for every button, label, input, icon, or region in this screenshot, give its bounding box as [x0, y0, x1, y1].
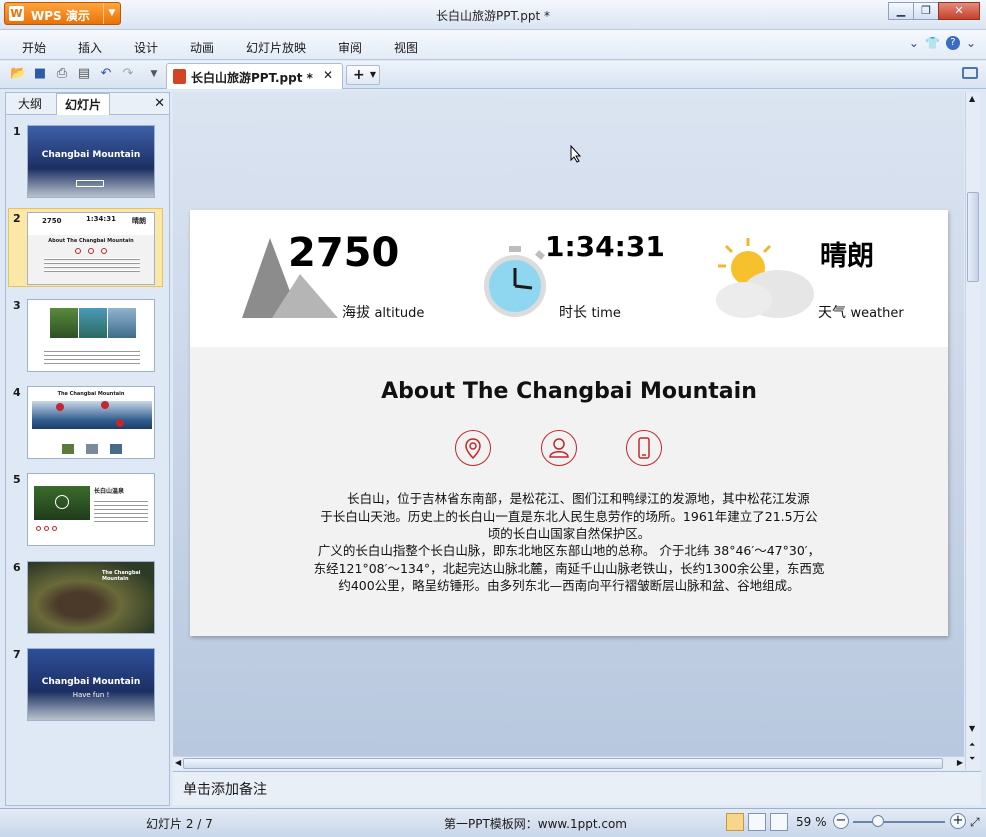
- time-label: 时长 time: [559, 305, 621, 321]
- save-icon[interactable]: ■: [32, 66, 48, 82]
- thumbnail-caption: Changbai Mountain: [41, 150, 141, 160]
- sun-cloud-icon: [716, 238, 814, 318]
- time-value: 1:34:31: [545, 230, 665, 263]
- weather-value: 晴朗: [820, 241, 874, 272]
- location-pin-icon: [455, 430, 491, 466]
- thumbnail-number: 6: [13, 561, 21, 574]
- thumbnail-number: 1: [13, 125, 21, 138]
- thumbnail-number: 4: [13, 386, 21, 399]
- phone-icon: [626, 430, 662, 466]
- window-switch-icon[interactable]: [962, 67, 978, 79]
- open-folder-icon[interactable]: 📂: [10, 66, 26, 82]
- thumbnail-caption: Changbai Mountain: [41, 677, 141, 687]
- scroll-right-icon[interactable]: ▶: [957, 758, 963, 767]
- thumbnail-caption: 长白山温泉: [94, 488, 125, 495]
- document-tab[interactable]: 长白山旅游PPT.ppt * ✕: [166, 63, 343, 89]
- slide-thumbnail-1[interactable]: Changbai Mountain: [27, 125, 155, 198]
- user-icon: [541, 430, 577, 466]
- slide-counter: 幻灯片 2 / 7: [146, 817, 213, 831]
- thumbnail-button-shape: [76, 180, 104, 187]
- horizontal-scrollbar[interactable]: ◀ ▶: [173, 756, 965, 770]
- slide-thumbnail-3[interactable]: [27, 299, 155, 372]
- zoom-slider-thumb[interactable]: [872, 815, 884, 827]
- stopwatch-icon: [484, 246, 546, 317]
- altitude-value: 2750: [288, 230, 400, 276]
- slide-heading: About The Changbai Mountain: [381, 379, 757, 404]
- help-icon[interactable]: ?: [945, 36, 960, 50]
- thumbnail-caption: The Changbai Mountain: [57, 391, 125, 397]
- slide-sorter-view-icon[interactable]: [748, 813, 766, 831]
- paragraph-2: 广义的长白山指整个长白山脉，即东北地区东部山地的总称。 介于北纬 38°46′～…: [313, 543, 825, 593]
- weather-label: 天气 weather: [818, 305, 904, 321]
- prev-slide-icon[interactable]: ⏶: [969, 740, 975, 750]
- thumbnail-number: 3: [13, 299, 21, 312]
- thumbnail-subcaption: Have fun !: [72, 691, 110, 699]
- document-tab-label: 长白山旅游PPT.ppt *: [191, 71, 313, 85]
- menu-animation[interactable]: 动画: [190, 39, 214, 56]
- fit-window-icon[interactable]: ⤢: [970, 815, 980, 830]
- menu-design[interactable]: 设计: [134, 39, 158, 56]
- scroll-up-icon[interactable]: ▲: [969, 94, 975, 103]
- slide-thumbnail-5[interactable]: 长白山温泉: [27, 473, 155, 546]
- slide-thumbnail-2[interactable]: 2750 1:34:31 晴朗 About The Changbai Mount…: [27, 212, 155, 285]
- skin-icon[interactable]: 👕: [925, 36, 940, 50]
- tab-outline[interactable]: 大纲: [10, 93, 50, 115]
- template-site-text: 第一PPT模板网：www.1ppt.com: [444, 817, 627, 831]
- normal-view-icon[interactable]: [726, 813, 744, 831]
- notes-placeholder: 单击添加备注: [183, 782, 267, 798]
- menu-insert[interactable]: 插入: [78, 39, 102, 56]
- scroll-left-icon[interactable]: ◀: [175, 758, 181, 767]
- vertical-scrollbar[interactable]: ▲ ▼ ⏶ ⏷: [965, 92, 980, 770]
- help-dropdown-icon[interactable]: ⌄: [966, 36, 976, 50]
- thumbnail-number: 5: [13, 473, 21, 486]
- menu-view[interactable]: 视图: [394, 39, 418, 56]
- collapse-ribbon-icon[interactable]: ⌄: [909, 36, 919, 50]
- tab-slides[interactable]: 幻灯片: [56, 93, 111, 115]
- scroll-down-icon[interactable]: ▼: [969, 724, 975, 733]
- horizontal-scroll-thumb[interactable]: [183, 758, 943, 769]
- paragraph-1: 长白山，位于吉林省东南部，是松花江、图们江和鸭绿江的发源地，其中松花江发源 于长…: [320, 491, 818, 541]
- slide-thumbnail-6[interactable]: The Changbai Mountain: [27, 561, 155, 634]
- slide-thumbnail-4[interactable]: The Changbai Mountain: [27, 386, 155, 459]
- slide-thumbnail-7[interactable]: Changbai Mountain Have fun !: [27, 648, 155, 721]
- toolbar-more-icon[interactable]: ▼: [146, 66, 162, 82]
- menu-review[interactable]: 审阅: [338, 39, 362, 56]
- menu-slideshow[interactable]: 幻灯片放映: [246, 39, 306, 56]
- slideshow-view-icon[interactable]: [770, 813, 788, 831]
- new-tab-button[interactable]: + ▼: [346, 65, 380, 85]
- zoom-level: 59 %: [796, 815, 827, 829]
- minimize-button[interactable]: ▁: [888, 2, 914, 20]
- print-preview-icon[interactable]: ▤: [76, 66, 92, 82]
- quick-toolbar: 📂 ■ ⎙ ▤ ↶ ↷ ▼ 长白山旅游PPT.ppt * ✕ + ▼: [0, 61, 986, 89]
- zoom-slider-track[interactable]: [853, 821, 945, 823]
- altitude-label: 海拔 altitude: [342, 305, 425, 321]
- close-panel-icon[interactable]: ✕: [154, 96, 165, 111]
- thumbnail-caption: About The Changbai Mountain: [48, 238, 134, 244]
- thumbnail-caption: The Changbai Mountain: [102, 570, 141, 582]
- vertical-scroll-thumb[interactable]: [967, 192, 979, 282]
- menu-home[interactable]: 开始: [22, 39, 46, 56]
- zoom-in-button[interactable]: +: [950, 813, 966, 829]
- current-slide[interactable]: 2750 海拔 altitude 1:34:31 时长 time 晴朗 天气 w…: [190, 210, 948, 636]
- thumbnail-number: 2: [13, 212, 21, 225]
- thumbnail-number: 7: [13, 648, 21, 661]
- zoom-out-button[interactable]: −: [833, 813, 849, 829]
- next-slide-icon[interactable]: ⏷: [969, 754, 975, 764]
- title-bar: W WPS 演示 ▼ 长白山旅游PPT.ppt * ▁ ❐ ✕: [0, 0, 986, 30]
- menu-bar: 开始 插入 设计 动画 幻灯片放映 审阅 视图 ⌄ 👕 ? ⌄: [0, 30, 986, 60]
- mouse-cursor-icon: [570, 145, 582, 163]
- undo-icon[interactable]: ↶: [98, 66, 114, 82]
- close-tab-icon[interactable]: ✕: [323, 68, 333, 82]
- restore-button[interactable]: ❐: [913, 2, 939, 20]
- status-bar: 幻灯片 2 / 7 第一PPT模板网：www.1ppt.com 59 % − +…: [0, 808, 986, 837]
- notes-pane[interactable]: 单击添加备注: [173, 771, 981, 805]
- close-window-button[interactable]: ✕: [938, 2, 980, 20]
- redo-icon[interactable]: ↷: [120, 66, 136, 82]
- print-icon[interactable]: ⎙: [54, 66, 70, 82]
- window-title: 长白山旅游PPT.ppt *: [436, 9, 550, 23]
- ppt-file-icon: [173, 69, 186, 84]
